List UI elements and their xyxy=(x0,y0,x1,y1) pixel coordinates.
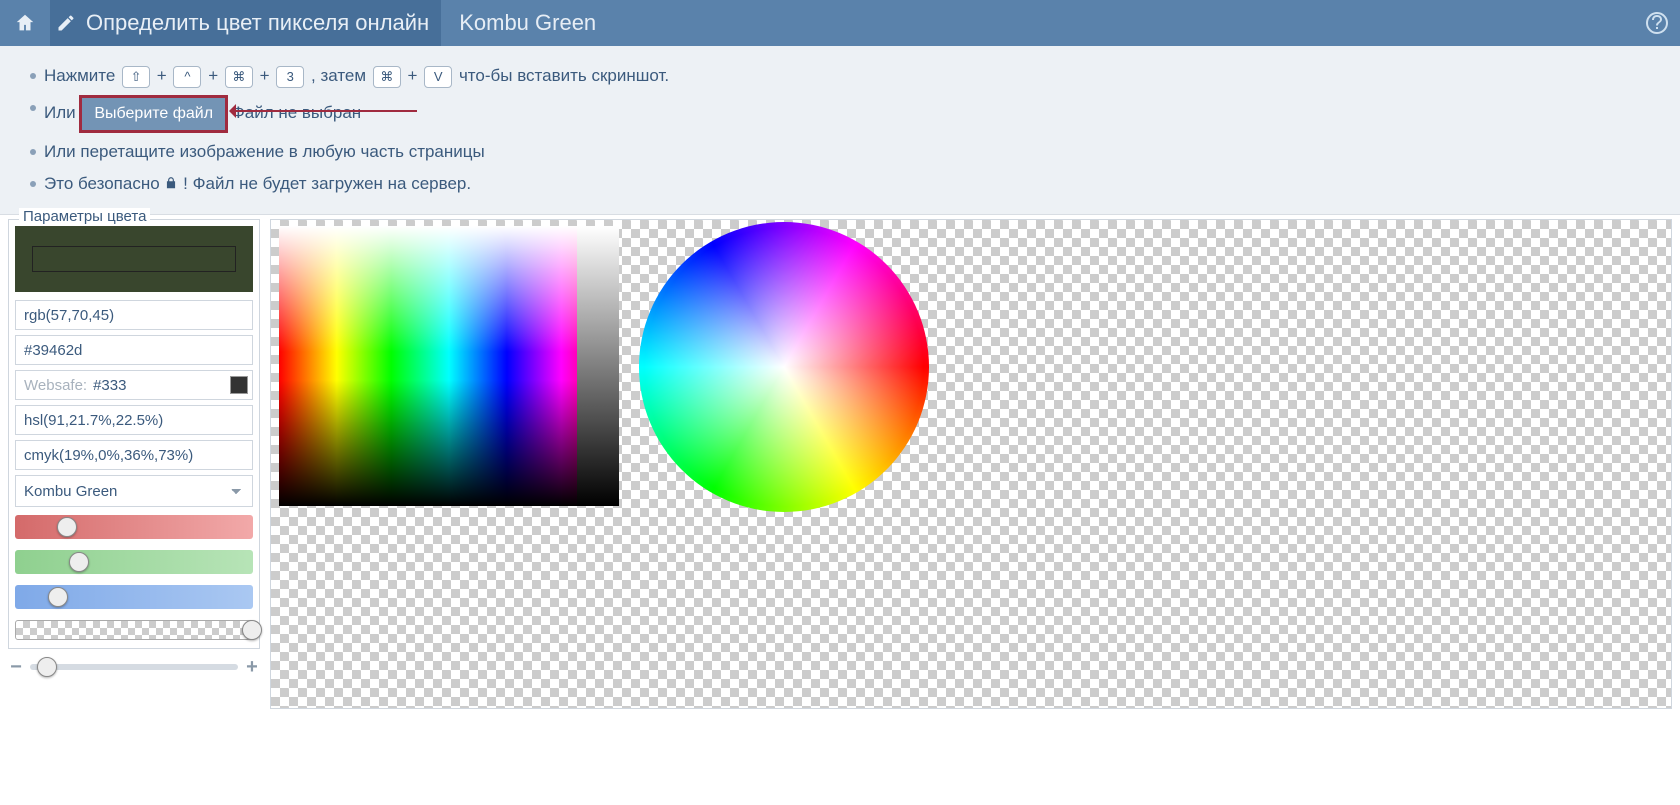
instruction-safe: Это безопасно ! Файл не будет загружен н… xyxy=(10,168,1670,200)
slider-red[interactable] xyxy=(15,515,253,539)
key-ctrl: ^ xyxy=(173,66,201,88)
slider-blue-thumb[interactable] xyxy=(48,587,68,607)
instruction-choose-file: Или Выберите файл Файл не выбран xyxy=(10,92,1670,136)
instruction-drag: Или перетащите изображение в любую часть… xyxy=(10,136,1670,168)
websafe-row[interactable]: Websafe: #333 xyxy=(15,370,253,400)
zoom-slider[interactable] xyxy=(30,664,238,670)
key-cmd2: ⌘ xyxy=(373,66,401,88)
hex-input[interactable] xyxy=(15,335,253,365)
sample-color-wheel xyxy=(639,222,929,512)
current-color-name: Kombu Green xyxy=(441,10,596,36)
slider-alpha[interactable] xyxy=(15,620,253,640)
help-icon xyxy=(1645,11,1669,35)
slider-green[interactable] xyxy=(15,550,253,574)
slider-green-thumb[interactable] xyxy=(69,552,89,572)
zoom-thumb[interactable] xyxy=(37,657,57,677)
rgb-input[interactable] xyxy=(15,300,253,330)
hsl-input[interactable] xyxy=(15,405,253,435)
color-name-select[interactable]: Kombu Green xyxy=(15,475,253,507)
zoom-control: − + xyxy=(8,659,260,675)
key-cmd: ⌘ xyxy=(225,66,253,88)
color-swatch-inner xyxy=(32,246,237,272)
instruction-shortcut: Нажмите ⇧ + ^ + ⌘ + 3 , затем ⌘ + V что-… xyxy=(10,60,1670,92)
slider-red-thumb[interactable] xyxy=(57,517,77,537)
home-button[interactable] xyxy=(0,0,50,46)
websafe-value: #333 xyxy=(93,377,230,394)
annotation-arrow xyxy=(231,108,417,114)
key-shift: ⇧ xyxy=(122,66,150,88)
app-header: Определить цвет пикселя онлайн Kombu Gre… xyxy=(0,0,1680,46)
lock-icon xyxy=(164,176,178,190)
choose-file-button[interactable]: Выберите файл xyxy=(80,96,227,132)
cmyk-input[interactable] xyxy=(15,440,253,470)
color-swatch xyxy=(15,226,253,292)
page-title: Определить цвет пикселя онлайн xyxy=(86,10,429,36)
slider-blue[interactable] xyxy=(15,585,253,609)
title-wrap: Определить цвет пикселя онлайн xyxy=(50,0,441,46)
key-v: V xyxy=(424,66,452,88)
websafe-label: Websafe: xyxy=(24,377,87,394)
help-button[interactable] xyxy=(1634,0,1680,46)
home-icon xyxy=(14,12,36,34)
panel-legend: Параметры цвета xyxy=(19,208,150,225)
pencil-icon xyxy=(56,13,76,33)
color-params-panel: Параметры цвета Websafe: #333 Kombu Gree… xyxy=(8,219,260,649)
sample-spectrum xyxy=(279,226,619,506)
zoom-in-button[interactable]: + xyxy=(244,659,260,675)
websafe-swatch xyxy=(230,376,248,394)
slider-alpha-thumb[interactable] xyxy=(242,620,262,640)
image-canvas[interactable] xyxy=(270,219,1672,709)
key-3: 3 xyxy=(276,66,304,88)
instructions-panel: Нажмите ⇧ + ^ + ⌘ + 3 , затем ⌘ + V что-… xyxy=(0,46,1680,215)
zoom-out-button[interactable]: − xyxy=(8,659,24,675)
